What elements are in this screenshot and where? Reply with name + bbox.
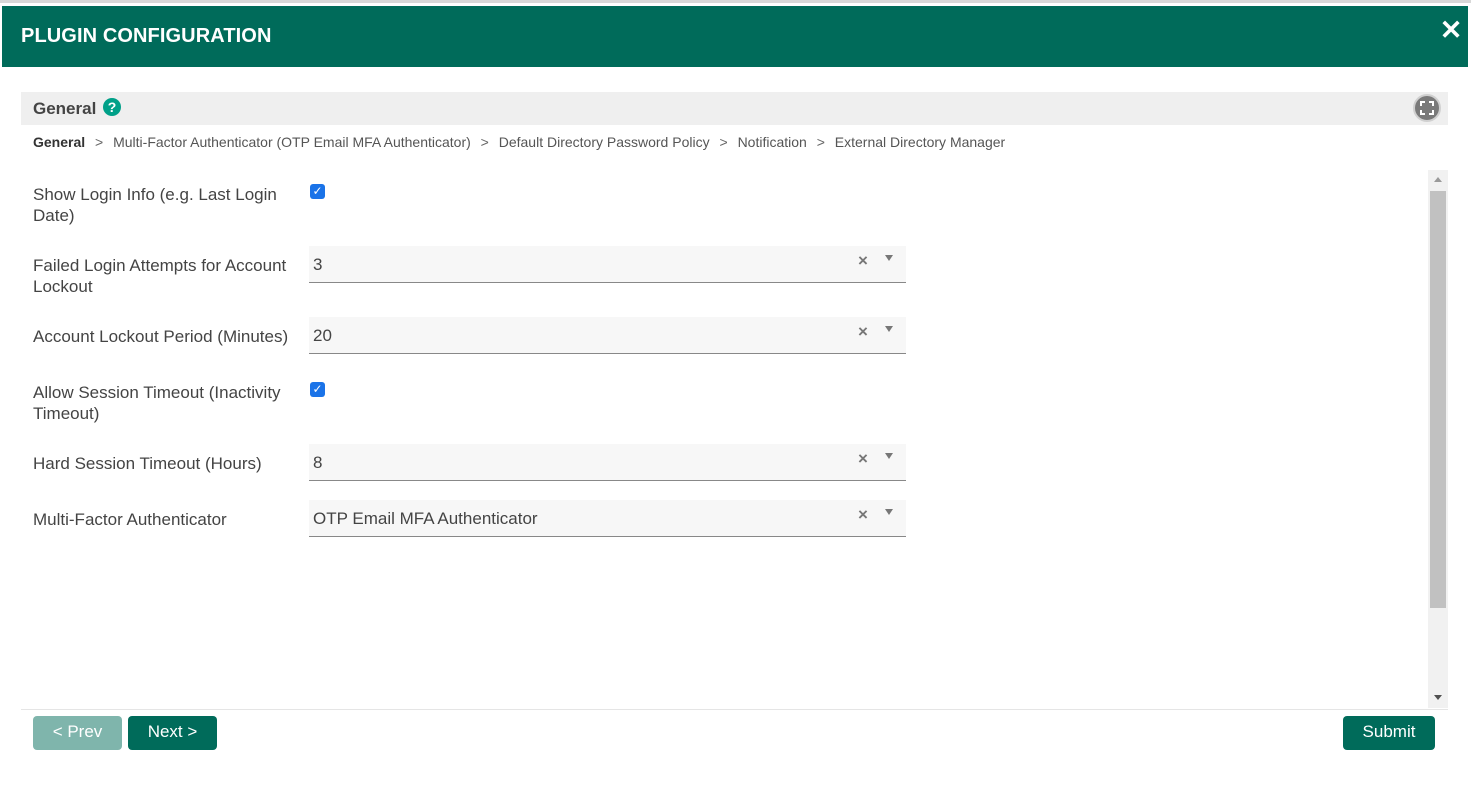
vertical-scrollbar[interactable]: [1428, 170, 1448, 708]
dialog-title: PLUGIN CONFIGURATION: [21, 25, 272, 47]
clear-icon[interactable]: ×: [858, 449, 868, 469]
next-button[interactable]: Next >: [128, 716, 217, 750]
select-value: 20: [313, 326, 332, 345]
select-value: 8: [313, 453, 323, 472]
account-lockout-period-label: Account Lockout Period (Minutes): [33, 327, 289, 346]
chevron-down-icon[interactable]: [885, 255, 893, 261]
breadcrumb-separator: >: [95, 134, 104, 150]
clear-icon[interactable]: ×: [858, 505, 868, 525]
scrollbar-thumb[interactable]: [1430, 191, 1446, 608]
prev-button[interactable]: < Prev: [33, 716, 122, 750]
mfa-authenticator-select[interactable]: OTP Email MFA Authenticator ×: [309, 500, 906, 537]
scroll-down-arrow[interactable]: [1434, 695, 1442, 700]
window-top-border: [0, 0, 1471, 3]
breadcrumb-item-external-directory[interactable]: External Directory Manager: [835, 134, 1005, 150]
chevron-down-icon[interactable]: [885, 509, 893, 515]
breadcrumb-item-notification[interactable]: Notification: [738, 134, 807, 150]
account-lockout-period-select[interactable]: 20 ×: [309, 317, 906, 354]
select-value: OTP Email MFA Authenticator: [313, 509, 538, 528]
breadcrumb: General > Multi-Factor Authenticator (OT…: [33, 134, 1005, 150]
chevron-down-icon[interactable]: [885, 453, 893, 459]
failed-login-attempts-label: Failed Login Attempts for Account Lockou…: [33, 256, 287, 296]
clear-icon[interactable]: ×: [858, 322, 868, 342]
close-icon[interactable]: ✕: [1438, 17, 1464, 44]
select-value: 3: [313, 255, 323, 274]
show-login-info-label: Show Login Info (e.g. Last Login Date): [33, 185, 277, 225]
allow-session-timeout-label: Allow Session Timeout (Inactivity Timeou…: [33, 383, 281, 423]
breadcrumb-item-general[interactable]: General: [33, 134, 85, 150]
section-header: General ?: [21, 92, 1448, 125]
clear-icon[interactable]: ×: [858, 251, 868, 271]
dialog-header: PLUGIN CONFIGURATION ✕: [2, 6, 1468, 67]
allow-session-timeout-checkbox[interactable]: ✓: [310, 382, 325, 397]
failed-login-attempts-select[interactable]: 3 ×: [309, 246, 906, 283]
mfa-authenticator-label: Multi-Factor Authenticator: [33, 510, 227, 529]
form-area: Show Login Info (e.g. Last Login Date) ✓…: [21, 168, 1428, 706]
chevron-down-icon[interactable]: [885, 326, 893, 332]
footer-divider: [21, 709, 1448, 710]
breadcrumb-separator: >: [816, 134, 825, 150]
fullscreen-glyph: [1420, 101, 1434, 115]
breadcrumb-item-password-policy[interactable]: Default Directory Password Policy: [499, 134, 710, 150]
submit-button[interactable]: Submit: [1343, 716, 1435, 750]
section-title: General: [33, 99, 97, 118]
scroll-up-arrow[interactable]: [1434, 177, 1442, 182]
breadcrumb-separator: >: [480, 134, 489, 150]
hard-session-timeout-label: Hard Session Timeout (Hours): [33, 454, 262, 473]
breadcrumb-item-mfa[interactable]: Multi-Factor Authenticator (OTP Email MF…: [113, 134, 471, 150]
help-icon[interactable]: ?: [103, 98, 121, 116]
breadcrumb-separator: >: [719, 134, 728, 150]
hard-session-timeout-select[interactable]: 8 ×: [309, 444, 906, 481]
show-login-info-checkbox[interactable]: ✓: [310, 184, 325, 199]
fullscreen-icon[interactable]: [1413, 94, 1441, 122]
